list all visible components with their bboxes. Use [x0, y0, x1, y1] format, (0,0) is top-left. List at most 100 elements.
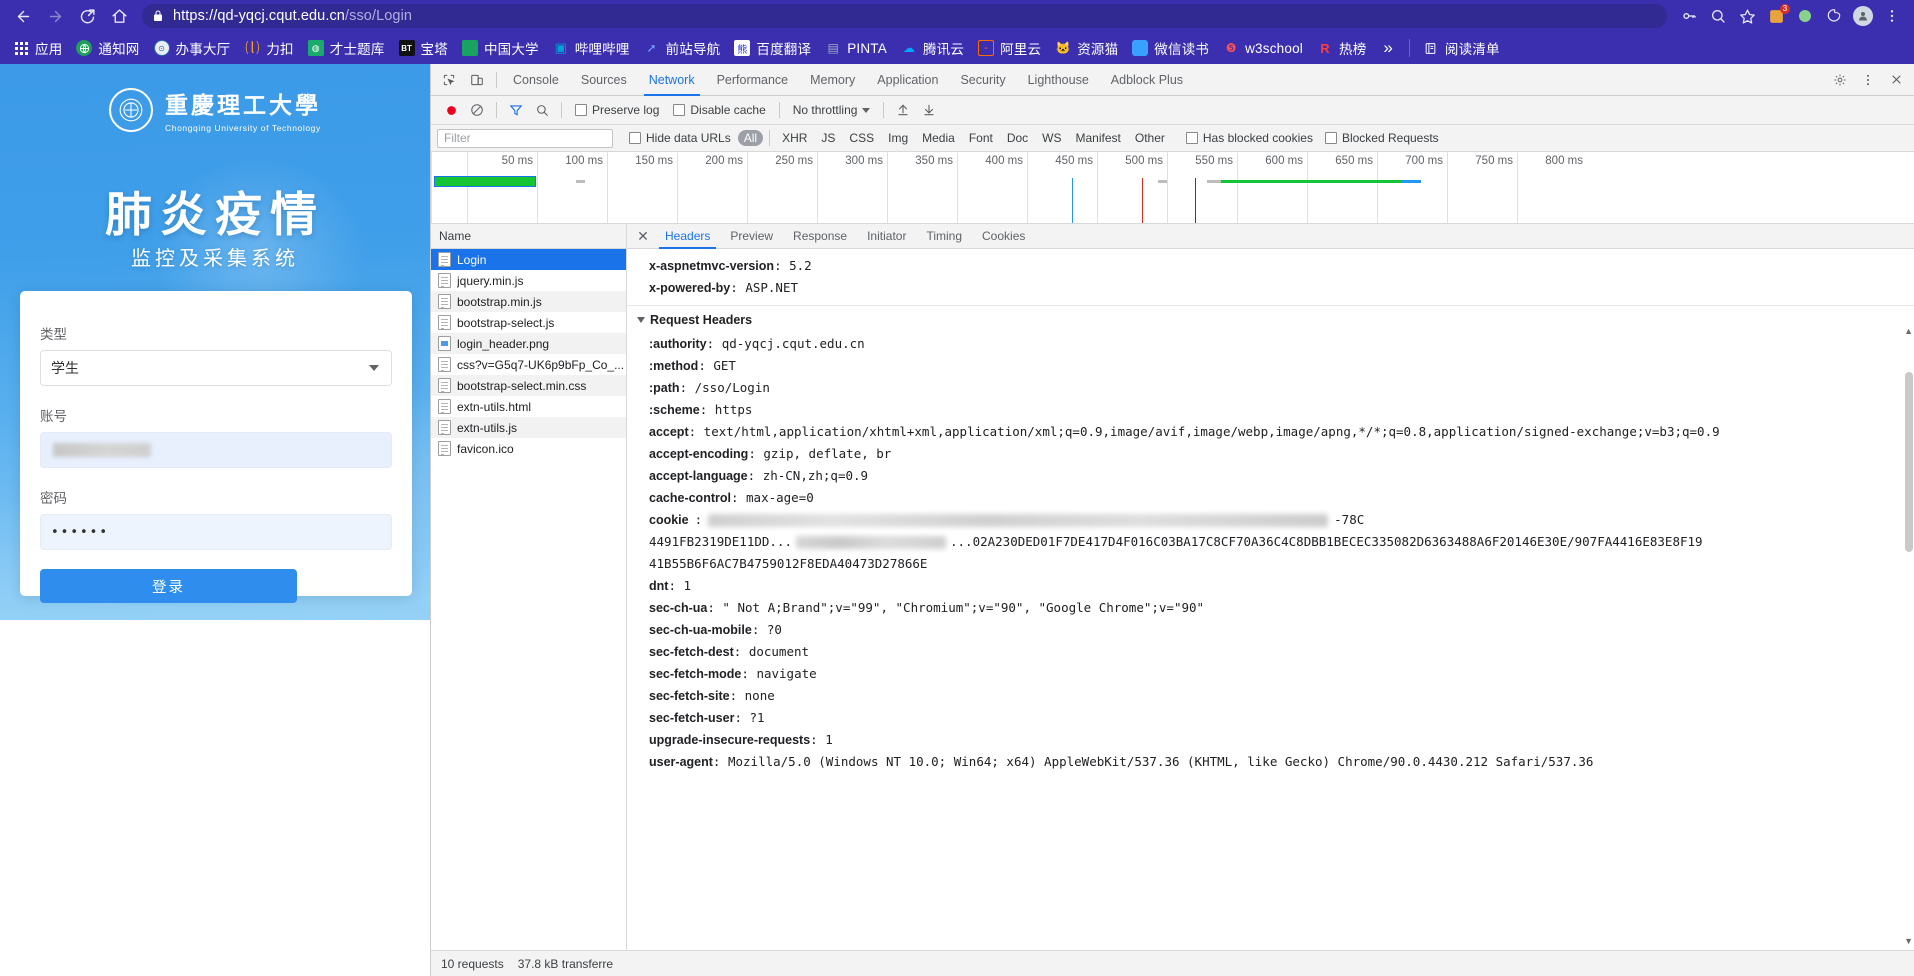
password-input[interactable]: ••••••	[40, 514, 392, 550]
detail-tab-timing[interactable]: Timing	[916, 224, 972, 249]
close-icon[interactable]: ✕	[631, 224, 655, 248]
detail-tab-preview[interactable]: Preview	[720, 224, 783, 249]
bookmark-w3school[interactable]: ❺ w3school	[1216, 36, 1310, 60]
filter-type-media[interactable]: Media	[916, 130, 961, 146]
more-vertical-icon[interactable]	[1854, 67, 1882, 93]
record-red-icon[interactable]	[439, 99, 463, 121]
disable-cache-checkbox[interactable]: Disable cache	[673, 103, 766, 117]
bookmark-apps[interactable]: 应用	[6, 36, 69, 60]
bookmark-leetcode[interactable]: ⒧ 力扣	[237, 36, 300, 60]
table-row[interactable]: login_header.png	[431, 333, 626, 354]
table-row[interactable]: css?v=G5q7-UK6p9bFp_Co_...	[431, 354, 626, 375]
filter-type-other[interactable]: Other	[1129, 130, 1171, 146]
bookmark-baota[interactable]: BT 宝塔	[392, 36, 455, 60]
clear-no-entry-icon[interactable]	[465, 99, 489, 121]
bookmark-rebang[interactable]: R 热榜	[1310, 36, 1373, 60]
headers-content[interactable]: x-aspnetmvc-version: 5.2 x-powered-by: A…	[627, 249, 1914, 950]
login-button[interactable]: 登录	[40, 569, 297, 603]
scroll-up-arrow-icon[interactable]: ▲	[1904, 326, 1913, 336]
table-row[interactable]: extn-utils.js	[431, 417, 626, 438]
extension-badge-icon[interactable]: 3	[1762, 3, 1790, 29]
tab-adblock-plus[interactable]: Adblock Plus	[1100, 64, 1194, 96]
filter-type-all[interactable]: All	[737, 130, 764, 146]
detail-tab-initiator[interactable]: Initiator	[857, 224, 916, 249]
filter-type-doc[interactable]: Doc	[1001, 130, 1034, 146]
funnel-filter-icon[interactable]	[504, 99, 528, 121]
reload-button[interactable]	[72, 3, 102, 29]
preserve-log-checkbox[interactable]: Preserve log	[575, 103, 659, 117]
tab-application[interactable]: Application	[866, 64, 949, 96]
bookmark-tongzhiwang[interactable]: 通知网	[69, 36, 146, 60]
detail-scrollbar-thumb[interactable]	[1905, 372, 1913, 552]
filter-input[interactable]: Filter	[437, 128, 613, 148]
network-overview-timeline[interactable]: 50 ms 100 ms 150 ms 200 ms 250 ms 300 ms…	[431, 152, 1914, 224]
close-icon[interactable]	[1882, 67, 1910, 93]
bookmark-bilibili[interactable]: ▣ 哔哩哔哩	[546, 36, 637, 60]
home-button[interactable]	[104, 3, 134, 29]
tab-console[interactable]: Console	[502, 64, 570, 96]
filter-type-css[interactable]: CSS	[843, 130, 880, 146]
tab-performance[interactable]: Performance	[706, 64, 800, 96]
detail-tab-response[interactable]: Response	[783, 224, 857, 249]
address-bar[interactable]: https://qd-yqcj.cqut.edu.cn/sso/Login	[142, 4, 1667, 28]
device-toolbar-icon[interactable]	[463, 67, 491, 93]
search-icon[interactable]	[1704, 3, 1732, 29]
hide-data-urls-checkbox[interactable]: Hide data URLs	[629, 131, 731, 145]
search-icon[interactable]	[530, 99, 554, 121]
bookmark-star-icon[interactable]	[1733, 3, 1761, 29]
filter-type-ws[interactable]: WS	[1036, 130, 1067, 146]
password-key-icon[interactable]	[1675, 3, 1703, 29]
bookmark-baidu-fanyi[interactable]: 熊 百度翻译	[727, 36, 818, 60]
table-row[interactable]: Login	[431, 249, 626, 270]
bookmark-pinta[interactable]: ▤ PINTA	[818, 36, 894, 60]
has-blocked-cookies-checkbox[interactable]: Has blocked cookies	[1185, 131, 1313, 145]
filter-type-xhr[interactable]: XHR	[776, 130, 813, 146]
type-select[interactable]: 学生	[40, 350, 392, 386]
table-row[interactable]: jquery.min.js	[431, 270, 626, 291]
inspect-element-icon[interactable]	[435, 67, 463, 93]
filter-type-img[interactable]: Img	[882, 130, 914, 146]
tab-sources[interactable]: Sources	[570, 64, 638, 96]
bookmarks-overflow-button[interactable]: »	[1373, 38, 1402, 58]
table-row[interactable]: bootstrap.min.js	[431, 291, 626, 312]
university-name-en: Chongqing University of Technology	[165, 123, 321, 133]
profile-avatar-icon[interactable]	[1849, 3, 1877, 29]
bookmark-caishi[interactable]: ◍ 才士题库	[301, 36, 392, 60]
tab-memory[interactable]: Memory	[799, 64, 866, 96]
filter-type-manifest[interactable]: Manifest	[1070, 130, 1127, 146]
request-list-header[interactable]: Name	[431, 224, 626, 249]
forward-button[interactable]	[40, 3, 70, 29]
bookmark-wechat-read[interactable]: 微信读书	[1125, 36, 1216, 60]
tab-lighthouse[interactable]: Lighthouse	[1017, 64, 1100, 96]
detail-scrollbar[interactable]	[1904, 348, 1914, 950]
chrome-menu-icon[interactable]	[1878, 3, 1906, 29]
detail-tab-headers[interactable]: Headers	[655, 224, 720, 249]
detail-tab-cookies[interactable]: Cookies	[972, 224, 1035, 249]
table-row[interactable]: favicon.ico	[431, 438, 626, 459]
bookmark-aliyun[interactable]: - 阿里云	[971, 36, 1048, 60]
gear-icon[interactable]	[1826, 67, 1854, 93]
account-input[interactable]	[40, 432, 392, 468]
tab-security[interactable]: Security	[949, 64, 1016, 96]
throttling-select[interactable]: No throttling	[793, 103, 871, 117]
import-arrow-up-icon[interactable]	[891, 99, 915, 121]
back-button[interactable]	[8, 3, 38, 29]
bookmark-qianzhan-nav[interactable]: ➚ 前站导航	[637, 36, 728, 60]
puzzle-extension-icon[interactable]	[1791, 3, 1819, 29]
tab-network[interactable]: Network	[638, 64, 706, 96]
request-headers-section[interactable]: Request Headers	[627, 305, 1914, 333]
colored-extension-icon[interactable]	[1820, 3, 1848, 29]
bookmark-ziyuanmao[interactable]: 🐱 资源猫	[1048, 36, 1125, 60]
reading-list-button[interactable]: 阅读清单	[1416, 36, 1507, 60]
filter-type-js[interactable]: JS	[815, 130, 841, 146]
table-row[interactable]: bootstrap-select.js	[431, 312, 626, 333]
export-arrow-down-icon[interactable]	[917, 99, 941, 121]
filter-type-font[interactable]: Font	[963, 130, 999, 146]
scroll-down-arrow-icon[interactable]: ▼	[1904, 936, 1913, 946]
table-row[interactable]: bootstrap-select.min.css	[431, 375, 626, 396]
bookmark-banshidating[interactable]: ⊙ 办事大厅	[147, 36, 238, 60]
bookmark-mooc[interactable]: 中国大学	[455, 36, 546, 60]
table-row[interactable]: extn-utils.html	[431, 396, 626, 417]
bookmark-tencent-cloud[interactable]: ☁ 腾讯云	[894, 36, 971, 60]
blocked-requests-checkbox[interactable]: Blocked Requests	[1324, 131, 1439, 145]
